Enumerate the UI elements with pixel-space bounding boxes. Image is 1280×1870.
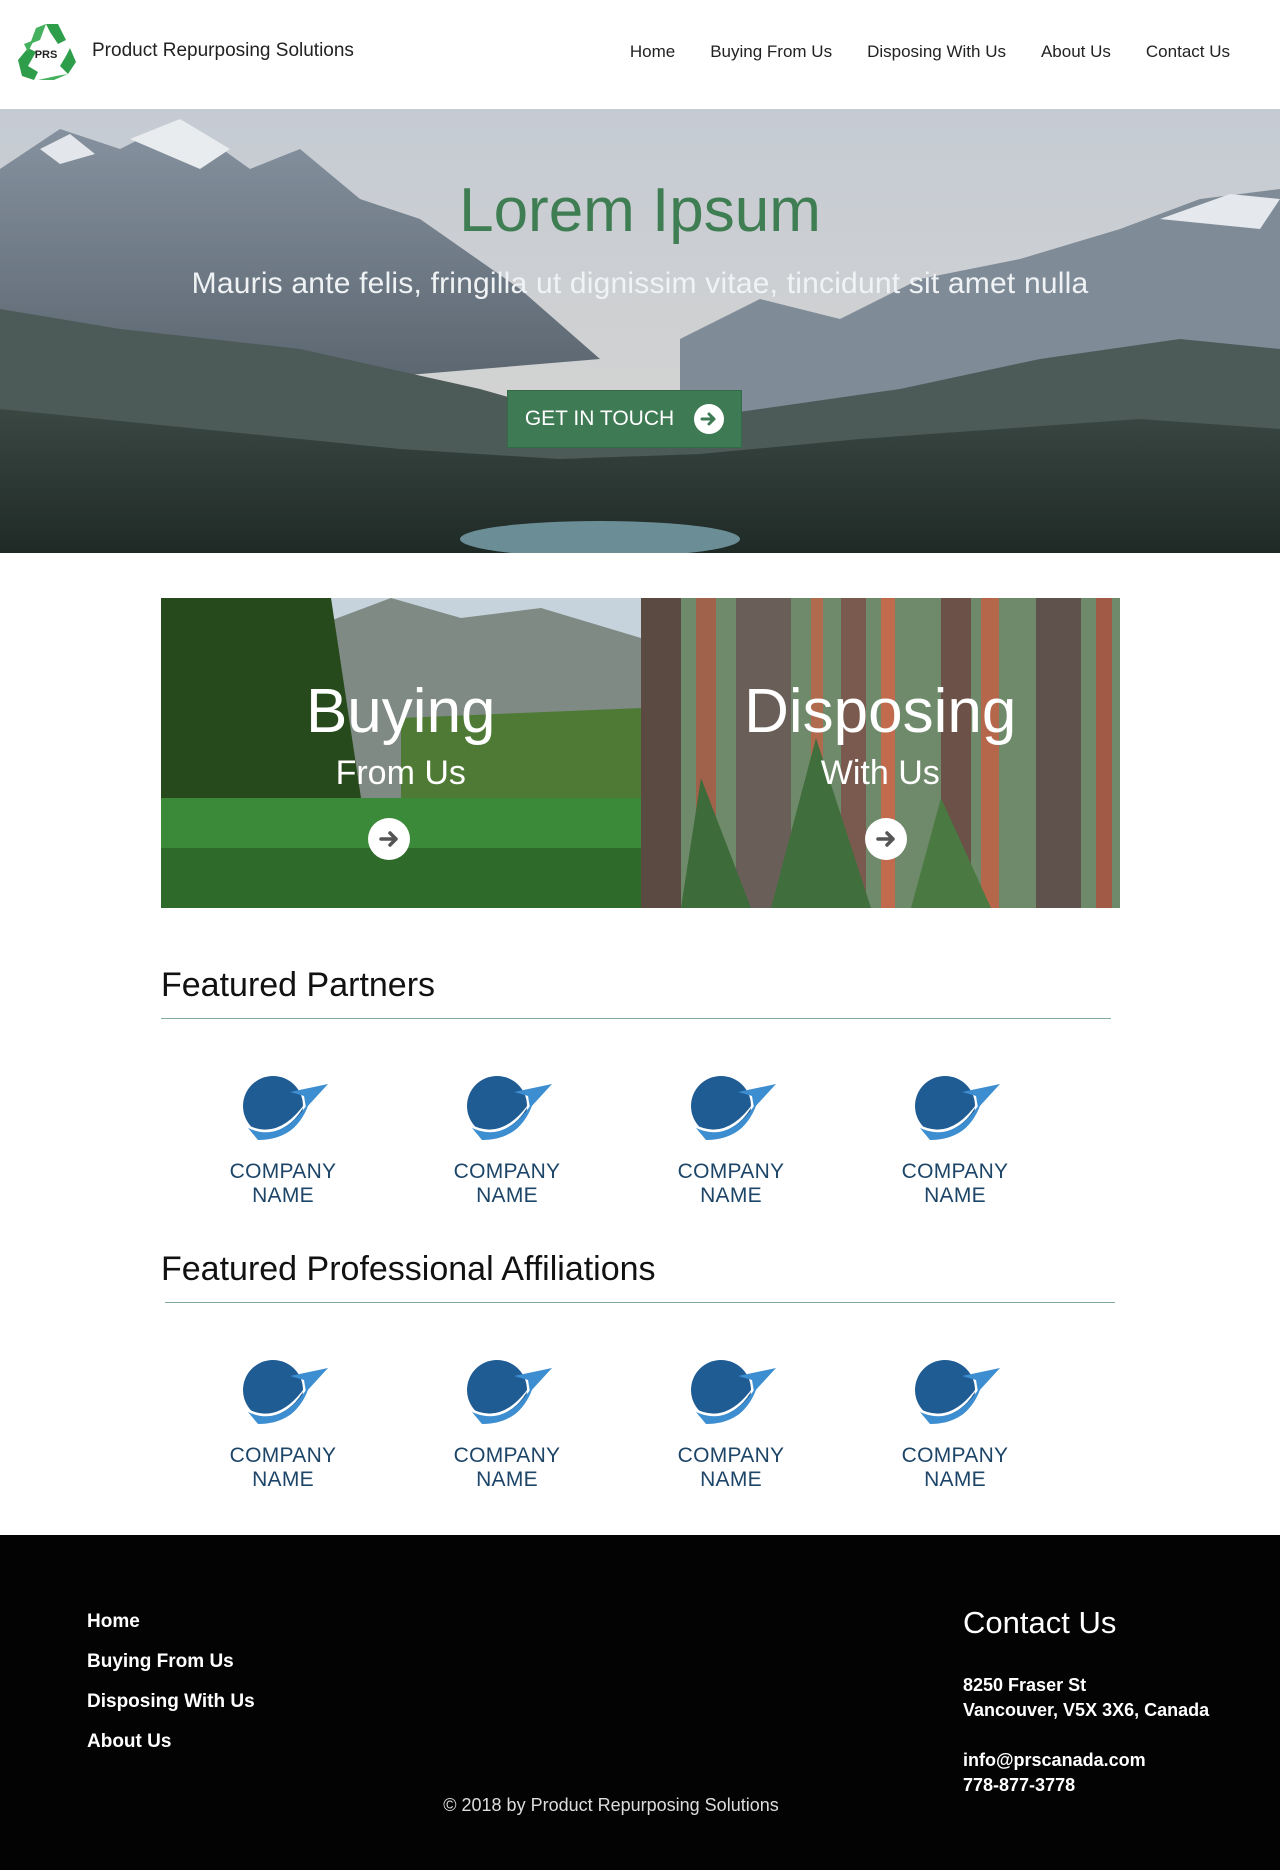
- company-name: COMPANY NAME: [677, 1160, 785, 1207]
- main-nav: Home Buying From Us Disposing With Us Ab…: [595, 42, 1230, 62]
- globe-plane-icon: [691, 1360, 776, 1424]
- arrow-right-icon[interactable]: [368, 818, 410, 860]
- partner-logo[interactable]: COMPANY NAME: [648, 1072, 872, 1207]
- nav-about[interactable]: About Us: [1041, 42, 1111, 62]
- nav-disposing[interactable]: Disposing With Us: [867, 42, 1006, 62]
- company-name: COMPANY NAME: [453, 1160, 561, 1207]
- globe-plane-icon: [467, 1076, 552, 1140]
- site-footer: Home Buying From Us Disposing With Us Ab…: [0, 1535, 1280, 1870]
- disposing-card[interactable]: Disposing With Us: [640, 598, 1120, 908]
- affiliation-logo[interactable]: COMPANY NAME: [424, 1356, 648, 1491]
- company-name: COMPANY NAME: [901, 1444, 1009, 1491]
- hero-title: Lorem Ipsum: [459, 176, 821, 245]
- section-divider: [161, 1018, 1111, 1019]
- copyright-text: © 2018 by Product Repurposing Solutions: [443, 1795, 779, 1815]
- footer-nav: Home Buying From Us Disposing With Us Ab…: [87, 1611, 255, 1771]
- buying-card-subtitle: From Us: [335, 754, 466, 792]
- globe-plane-icon: [691, 1076, 776, 1140]
- globe-plane-icon: [467, 1360, 552, 1424]
- footer-nav-home[interactable]: Home: [87, 1611, 255, 1633]
- globe-plane-icon: [243, 1360, 328, 1424]
- disposing-card-subtitle: With Us: [820, 754, 940, 792]
- arrow-right-icon: [694, 404, 725, 434]
- footer-nav-buying[interactable]: Buying From Us: [87, 1651, 255, 1673]
- affiliation-logo[interactable]: COMPANY NAME: [872, 1356, 1096, 1491]
- partner-logo[interactable]: COMPANY NAME: [872, 1072, 1096, 1207]
- partner-logo[interactable]: COMPANY NAME: [200, 1072, 424, 1207]
- nav-home[interactable]: Home: [630, 42, 675, 62]
- featured-affiliations-heading: Featured Professional Affiliations: [161, 1250, 656, 1288]
- partners-list: COMPANY NAME COMPANY NAME COMPANY NAME C…: [200, 1072, 1096, 1207]
- service-cards: Buying From Us Disposing With Us: [161, 598, 1120, 908]
- recycle-logo-icon[interactable]: PRS: [14, 22, 78, 82]
- lake-forest-image: [161, 598, 641, 908]
- company-name: COMPANY NAME: [677, 1444, 785, 1491]
- footer-contact: Contact Us 8250 Fraser St Vancouver, V5X…: [963, 1605, 1209, 1798]
- footer-contact-title: Contact Us: [963, 1605, 1117, 1640]
- cta-label: GET IN TOUCH: [524, 407, 675, 430]
- nav-contact[interactable]: Contact Us: [1146, 42, 1230, 62]
- address-line-1: 8250 Fraser St: [963, 1675, 1087, 1695]
- company-name: COMPANY NAME: [229, 1444, 337, 1491]
- site-header: PRS Product Repurposing Solutions Home B…: [0, 0, 1280, 109]
- affiliations-list: COMPANY NAME COMPANY NAME COMPANY NAME C…: [200, 1356, 1096, 1491]
- get-in-touch-button[interactable]: GET IN TOUCH: [507, 390, 742, 448]
- partner-logo[interactable]: COMPANY NAME: [424, 1072, 648, 1207]
- contact-phone[interactable]: 778-877-3778: [963, 1773, 1209, 1798]
- buying-card[interactable]: Buying From Us: [161, 598, 641, 908]
- company-name: COMPANY NAME: [901, 1160, 1009, 1207]
- section-divider: [165, 1302, 1115, 1303]
- address-line-2: Vancouver, V5X 3X6, Canada: [963, 1700, 1210, 1720]
- footer-nav-disposing[interactable]: Disposing With Us: [87, 1691, 255, 1713]
- company-name: COMPANY NAME: [229, 1160, 337, 1207]
- company-name: COMPANY NAME: [453, 1444, 561, 1491]
- nav-buying[interactable]: Buying From Us: [710, 42, 832, 62]
- hero-banner: Lorem Ipsum Mauris ante felis, fringilla…: [0, 109, 1280, 553]
- footer-nav-about[interactable]: About Us: [87, 1731, 255, 1753]
- hero-subtitle: Mauris ante felis, fringilla ut dignissi…: [191, 267, 1089, 300]
- globe-plane-icon: [915, 1360, 1000, 1424]
- affiliation-logo[interactable]: COMPANY NAME: [200, 1356, 424, 1491]
- affiliation-logo[interactable]: COMPANY NAME: [648, 1356, 872, 1491]
- brand-name[interactable]: Product Repurposing Solutions: [92, 40, 354, 62]
- tree-trunks-image: [640, 598, 1120, 908]
- globe-plane-icon: [243, 1076, 328, 1140]
- contact-email[interactable]: info@prscanada.com: [963, 1748, 1209, 1773]
- featured-partners-heading: Featured Partners: [161, 966, 436, 1004]
- logo-text: PRS: [35, 49, 58, 61]
- globe-plane-icon: [915, 1076, 1000, 1140]
- disposing-card-title: Disposing: [744, 677, 1017, 746]
- arrow-right-icon[interactable]: [864, 818, 907, 860]
- buying-card-title: Buying: [305, 677, 496, 746]
